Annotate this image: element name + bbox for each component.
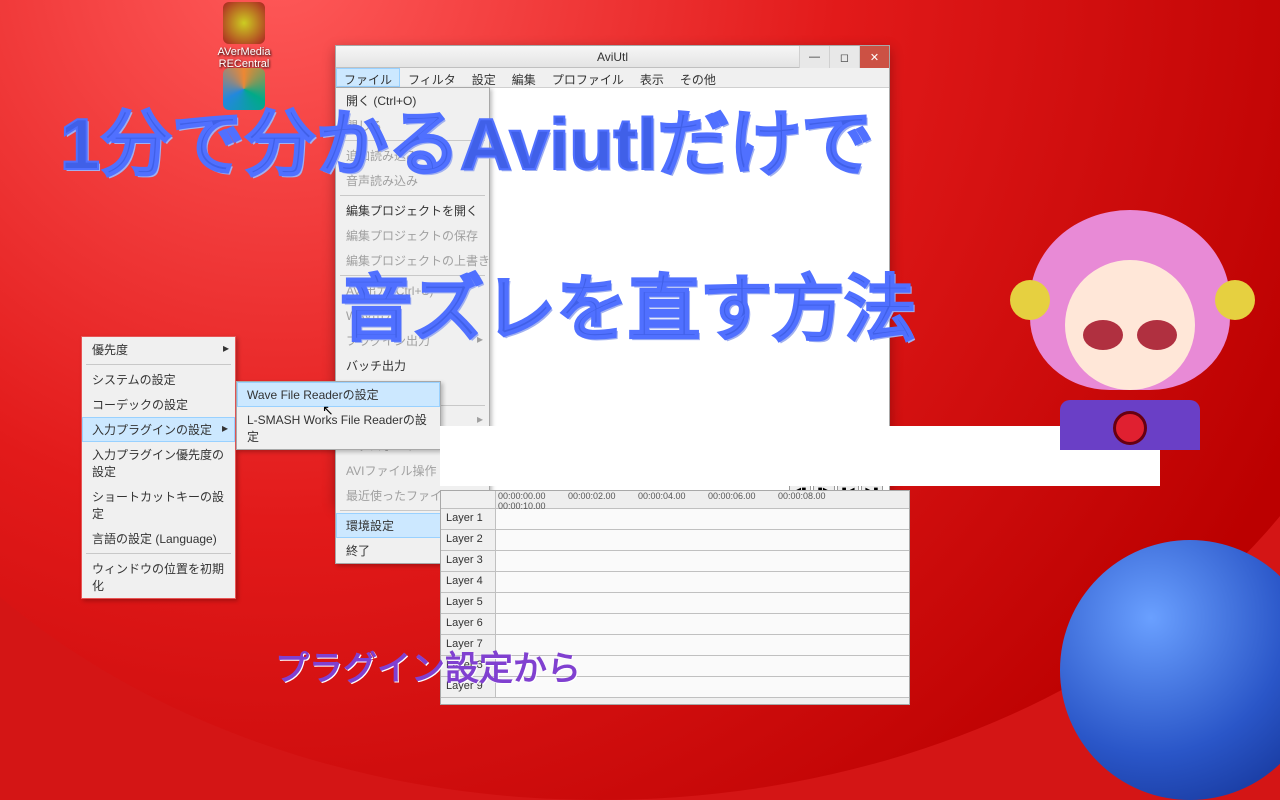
env-settings-menu: 優先度▸ システムの設定コーデックの設定入力プラグインの設定▸入力プラグイン優先度…: [81, 336, 236, 599]
layer-label: Layer 3: [441, 551, 496, 571]
timeline-row[interactable]: Layer 2: [441, 530, 909, 551]
minimize-button[interactable]: —: [799, 46, 829, 68]
layer-label: Layer 1: [441, 509, 496, 529]
menu-item[interactable]: L-SMASH Works File Readerの設定: [237, 407, 440, 449]
menu-item[interactable]: ウィンドウの位置を初期化: [82, 556, 235, 598]
layer-track[interactable]: [496, 509, 909, 529]
titlebar: AviUtl — ◻ ✕: [336, 46, 889, 68]
menu-item[interactable]: システムの設定: [82, 367, 235, 392]
layer-label: Layer 5: [441, 593, 496, 613]
menu-item[interactable]: コーデックの設定: [82, 392, 235, 417]
layer-label: Layer 6: [441, 614, 496, 634]
menu-item[interactable]: 言語の設定 (Language): [82, 526, 235, 551]
menu-item[interactable]: バッチ出力: [336, 353, 489, 378]
timeline-row[interactable]: Layer 3: [441, 551, 909, 572]
timeline-ruler: 00:00:00.0000:00:02.0000:00:04.0000:00:0…: [441, 491, 909, 509]
layer-track[interactable]: [496, 572, 909, 592]
layer-track[interactable]: [496, 551, 909, 571]
timeline-row[interactable]: Layer 6: [441, 614, 909, 635]
layer-track[interactable]: [496, 593, 909, 613]
subtitle: プラグイン設定から: [275, 641, 581, 690]
overlay-title-line2: 音ズレを直す方法: [340, 250, 916, 355]
input-plugin-menu: Wave File Readerの設定L-SMASH Works File Re…: [236, 381, 441, 450]
menu-item[interactable]: 優先度▸: [82, 337, 235, 362]
layer-track[interactable]: [496, 614, 909, 634]
overlay-title-line1: 1分で分かるAviutlだけで: [60, 85, 873, 190]
menu-item: 編集プロジェクトの保存: [336, 223, 489, 248]
desktop-icon-label: AVerMedia RECentral: [212, 46, 276, 70]
layer-label: Layer 2: [441, 530, 496, 550]
layer-track[interactable]: [496, 530, 909, 550]
menu-item[interactable]: 入力プラグインの設定▸: [82, 417, 235, 442]
menu-item[interactable]: ショートカットキーの設定: [82, 484, 235, 526]
maximize-button[interactable]: ◻: [829, 46, 859, 68]
menu-item[interactable]: Wave File Readerの設定: [237, 382, 440, 407]
menu-item[interactable]: 編集プロジェクトを開く: [336, 198, 489, 223]
menu-item[interactable]: 入力プラグイン優先度の設定: [82, 442, 235, 484]
timeline-row[interactable]: Layer 1: [441, 509, 909, 530]
timeline-row[interactable]: Layer 5: [441, 593, 909, 614]
timeline-row[interactable]: Layer 4: [441, 572, 909, 593]
layer-label: Layer 4: [441, 572, 496, 592]
window-title: AviUtl: [597, 50, 628, 64]
close-button[interactable]: ✕: [859, 46, 889, 68]
desktop-icon-avm[interactable]: AVerMedia RECentral: [212, 2, 276, 70]
yukari-character: [1010, 200, 1260, 450]
avm-icon: [223, 2, 265, 44]
